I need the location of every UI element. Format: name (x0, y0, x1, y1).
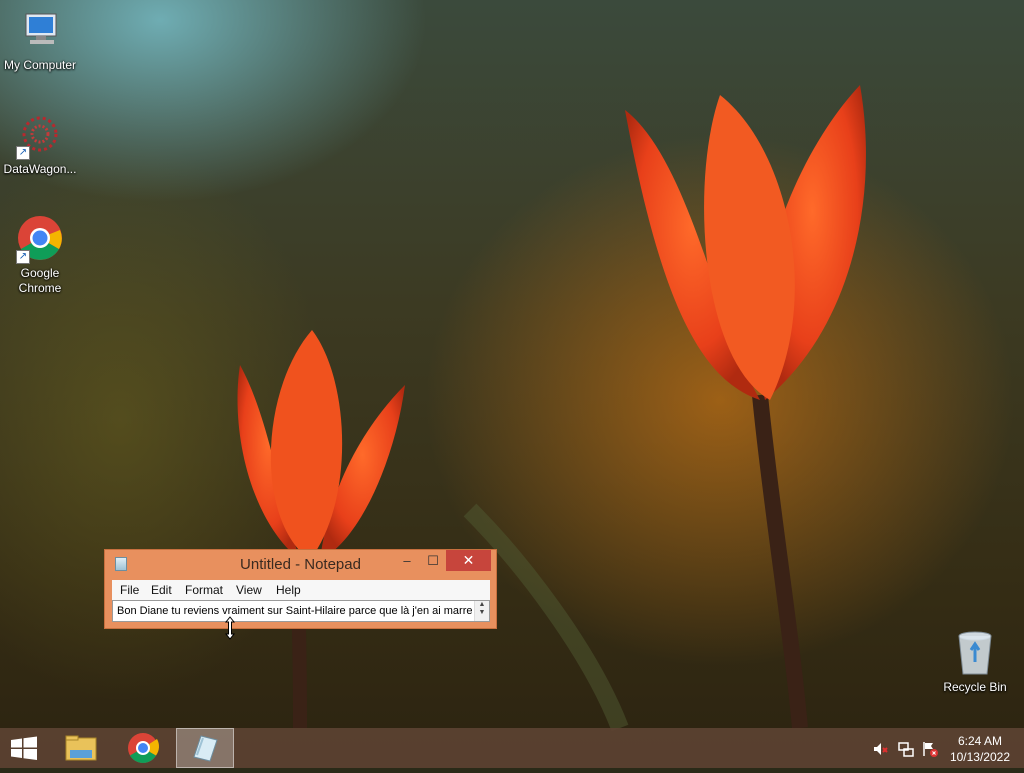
notepad-window[interactable]: Untitled - Notepad – ☐ ✕ File Edit Forma… (104, 549, 497, 629)
chrome-icon (128, 733, 160, 764)
notepad-title-bar[interactable]: Untitled - Notepad – ☐ ✕ (105, 550, 496, 578)
desktop-icon-label: My Computer (3, 58, 77, 72)
desktop-icon-label: Recycle Bin (943, 680, 1007, 694)
desktop-icon-label: Google Chrome (18, 266, 62, 295)
minimize-button[interactable]: – (395, 550, 419, 571)
notepad-content: Bon Diane tu reviens vraiment sur Saint-… (117, 605, 473, 617)
notepad-text-area[interactable]: Bon Diane tu reviens vraiment sur Saint-… (112, 600, 490, 622)
computer-icon (16, 8, 64, 56)
volume-muted-icon[interactable] (872, 741, 888, 757)
network-icon[interactable] (898, 741, 914, 757)
tulip-wallpaper-art (237, 85, 866, 732)
taskbar-file-explorer[interactable] (58, 728, 104, 768)
menu-file[interactable]: File (120, 583, 139, 597)
recycle-bin-icon (951, 630, 999, 678)
notepad-menu-bar: File Edit Format View Help (112, 580, 490, 600)
desktop-icon-google-chrome[interactable]: ↗ Google Chrome (0, 216, 80, 296)
taskbar-notepad[interactable] (176, 728, 234, 768)
menu-view[interactable]: View (236, 583, 262, 597)
clock-date: 10/13/2022 (949, 750, 1010, 764)
shortcut-arrow-icon: ↗ (16, 146, 30, 160)
desktop-icon-my-computer[interactable]: My Computer (0, 8, 80, 73)
resize-cursor-icon (224, 616, 236, 640)
menu-help[interactable]: Help (276, 583, 301, 597)
start-button[interactable] (0, 728, 48, 768)
taskbar-clock[interactable]: 6:24 AM 10/13/2022 (950, 733, 1010, 765)
menu-edit[interactable]: Edit (151, 583, 172, 597)
clock-time: 6:24 AM (957, 734, 1002, 748)
shortcut-arrow-icon: ↗ (16, 250, 30, 264)
folder-icon (65, 735, 97, 761)
menu-format[interactable]: Format (185, 583, 223, 597)
action-center-flag-icon[interactable] (922, 741, 938, 757)
desktop-wallpaper (0, 0, 1024, 768)
taskbar: 6:24 AM 10/13/2022 (0, 728, 1024, 768)
desktop-icon-label: DataWagon... (3, 162, 77, 176)
windows-start-icon (11, 736, 37, 760)
close-button[interactable]: ✕ (446, 550, 491, 571)
desktop-icon-recycle-bin[interactable]: Recycle Bin (935, 630, 1015, 695)
chrome-icon: ↗ (16, 216, 64, 264)
maximize-button[interactable]: ☐ (421, 550, 445, 571)
notepad-icon (193, 735, 218, 762)
desktop-icon-datawagon[interactable]: ↗ DataWagon... (0, 112, 80, 177)
vertical-scrollbar[interactable]: ▲ ▼ (474, 601, 489, 621)
datawagon-icon: ↗ (16, 112, 64, 160)
taskbar-google-chrome[interactable] (120, 728, 166, 768)
